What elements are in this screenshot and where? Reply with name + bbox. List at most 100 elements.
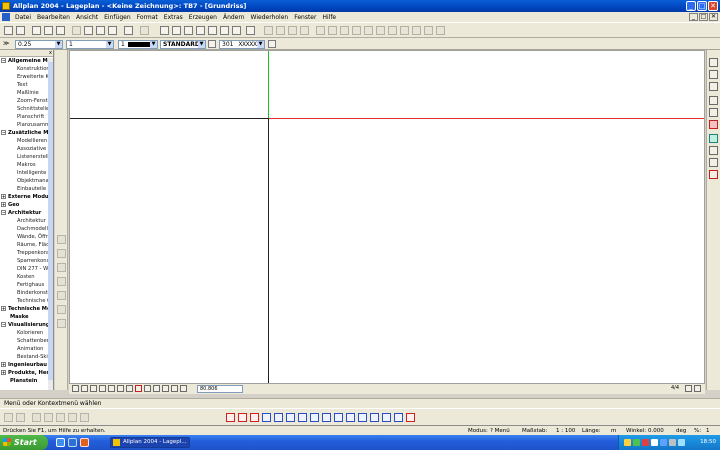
line-tool-icon[interactable] bbox=[57, 249, 66, 258]
block-icon-5[interactable] bbox=[394, 413, 403, 422]
internet-explorer-icon[interactable] bbox=[68, 438, 77, 447]
polyline-tool-icon[interactable] bbox=[57, 263, 66, 272]
doc-restore-button[interactable]: □ bbox=[699, 13, 708, 21]
triangle-icon-2[interactable] bbox=[310, 413, 319, 422]
maximize-button[interactable]: □ bbox=[697, 1, 707, 11]
close-button[interactable]: ✕ bbox=[708, 1, 718, 11]
snap-icon[interactable] bbox=[709, 58, 718, 67]
tree-item[interactable]: Schnittstellen bbox=[0, 105, 53, 113]
menu-extras[interactable]: Extras bbox=[161, 14, 186, 21]
menu-bearbeiten[interactable]: Bearbeiten bbox=[34, 14, 73, 21]
print-preview-icon[interactable] bbox=[44, 26, 53, 35]
tray-icon-3[interactable] bbox=[642, 439, 649, 446]
copy-block-icon[interactable] bbox=[334, 413, 343, 422]
dim-tool-icon-2[interactable] bbox=[16, 413, 25, 422]
volume-icon[interactable] bbox=[669, 439, 676, 446]
view-iso-icon-1[interactable] bbox=[364, 26, 373, 35]
view-top-icon[interactable] bbox=[412, 26, 421, 35]
cut-icon[interactable] bbox=[72, 26, 81, 35]
open-folder-icon[interactable] bbox=[184, 26, 193, 35]
view-iso-icon-3[interactable] bbox=[388, 26, 397, 35]
dim-tool-icon-1[interactable] bbox=[4, 413, 13, 422]
dim-tool-icon-3[interactable] bbox=[32, 413, 41, 422]
menu-erzeugen[interactable]: Erzeugen bbox=[186, 14, 220, 21]
window-tile-icon-3[interactable] bbox=[288, 26, 297, 35]
zoom-plus-icon[interactable] bbox=[117, 385, 124, 392]
save-icon[interactable] bbox=[16, 26, 25, 35]
zoom-out-icon[interactable] bbox=[108, 385, 115, 392]
zoom-scale-select[interactable]: 80.806 bbox=[197, 385, 243, 393]
view-right-icon[interactable] bbox=[352, 26, 361, 35]
arc-tool-icon[interactable] bbox=[57, 277, 66, 286]
drawing-files-icon[interactable] bbox=[208, 26, 217, 35]
plan-icon[interactable] bbox=[709, 158, 718, 167]
render-icon[interactable] bbox=[232, 26, 241, 35]
model-icon[interactable] bbox=[709, 134, 718, 143]
minimize-button[interactable]: _ bbox=[686, 1, 696, 11]
tree-group[interactable]: Planstein bbox=[0, 377, 53, 385]
tree-group[interactable]: − Visualisierung bbox=[0, 321, 53, 329]
network-icon[interactable] bbox=[678, 439, 685, 446]
view-back-icon[interactable] bbox=[328, 26, 337, 35]
dim-tool-icon-5[interactable] bbox=[56, 413, 65, 422]
tree-item[interactable]: Zoom-Fenster bbox=[0, 97, 53, 105]
dim-tool-icon-4[interactable] bbox=[44, 413, 53, 422]
grid-icon[interactable] bbox=[709, 96, 718, 105]
document-icon[interactable] bbox=[2, 13, 10, 21]
expand-icon[interactable]: + bbox=[1, 306, 6, 311]
mirror-icon[interactable] bbox=[250, 413, 259, 422]
tree-item[interactable]: Bestand-Skizze bbox=[0, 353, 53, 361]
view-forward-icon[interactable] bbox=[171, 385, 178, 392]
clock[interactable]: 18:50 bbox=[700, 435, 716, 450]
layout-view-icon[interactable] bbox=[709, 146, 718, 155]
tree-group[interactable]: Maske bbox=[0, 313, 53, 321]
properties-icon[interactable] bbox=[172, 26, 181, 35]
tree-item[interactable]: Animation bbox=[0, 345, 53, 353]
tree-item[interactable]: Schattenberechnung bbox=[0, 337, 53, 345]
layer-icon[interactable] bbox=[196, 26, 205, 35]
tree-group[interactable]: −Allgemeine Module bbox=[0, 57, 53, 65]
tree-item[interactable]: Listenerstellung bbox=[0, 153, 53, 161]
tree-item[interactable]: Binderkonstruktion bbox=[0, 289, 53, 297]
offset-icon[interactable] bbox=[274, 413, 283, 422]
tree-item[interactable]: Sparrenkonstruktion bbox=[0, 257, 53, 265]
tray-icon-2[interactable] bbox=[633, 439, 640, 446]
collapse-icon[interactable]: − bbox=[1, 322, 6, 327]
view-back-icon[interactable] bbox=[162, 385, 169, 392]
trim-icon[interactable] bbox=[286, 413, 295, 422]
tree-item[interactable]: Planzusammenstellung bbox=[0, 121, 53, 129]
collapse-icon[interactable]: − bbox=[1, 58, 6, 63]
redo-icon[interactable] bbox=[140, 26, 149, 35]
hidden-line-icon[interactable] bbox=[436, 26, 445, 35]
allplan-app-icon[interactable] bbox=[2, 2, 10, 10]
tree-group[interactable]: + Ingenieurbau bbox=[0, 361, 53, 369]
copy-icon[interactable] bbox=[84, 26, 93, 35]
menu-format[interactable]: Format bbox=[134, 14, 161, 21]
tree-item[interactable]: Makros bbox=[0, 161, 53, 169]
tree-item[interactable]: Maßlinie bbox=[0, 89, 53, 97]
delete-icon[interactable] bbox=[406, 413, 415, 422]
window-tile-icon-2[interactable] bbox=[276, 26, 285, 35]
sum-icon[interactable] bbox=[57, 319, 66, 328]
tree-item[interactable]: Text bbox=[0, 81, 53, 89]
menu-fenster[interactable]: Fenster bbox=[291, 14, 319, 21]
expand-icon[interactable]: + bbox=[1, 362, 6, 367]
expand-icon[interactable]: + bbox=[1, 194, 6, 199]
pen-thickness-select[interactable]: 0.25 ▼ bbox=[15, 40, 63, 49]
taskbar-allplan-window[interactable]: Allplan 2004 - Lagepl... bbox=[110, 437, 190, 448]
menu-wiederholen[interactable]: Wiederholen bbox=[248, 14, 292, 21]
expand-icon[interactable]: + bbox=[1, 370, 6, 375]
tray-icon-4[interactable] bbox=[651, 439, 658, 446]
tree-item[interactable]: Räume, Flächen bbox=[0, 241, 53, 249]
window-tile-icon-1[interactable] bbox=[264, 26, 273, 35]
line-type-select[interactable]: 1 ▼ bbox=[66, 40, 114, 49]
menu-hilfe[interactable]: Hilfe bbox=[319, 14, 339, 21]
paste-icon[interactable] bbox=[96, 26, 105, 35]
menu-ansicht[interactable]: Ansicht bbox=[73, 14, 101, 21]
collapse-icon[interactable]: − bbox=[1, 130, 6, 135]
tray-icon-5[interactable] bbox=[660, 439, 667, 446]
block-icon-3[interactable] bbox=[370, 413, 379, 422]
zoom-all-icon[interactable] bbox=[99, 385, 106, 392]
tree-item[interactable]: Einbauteile bbox=[0, 185, 53, 193]
menu-aendern[interactable]: Ändern bbox=[220, 14, 248, 21]
